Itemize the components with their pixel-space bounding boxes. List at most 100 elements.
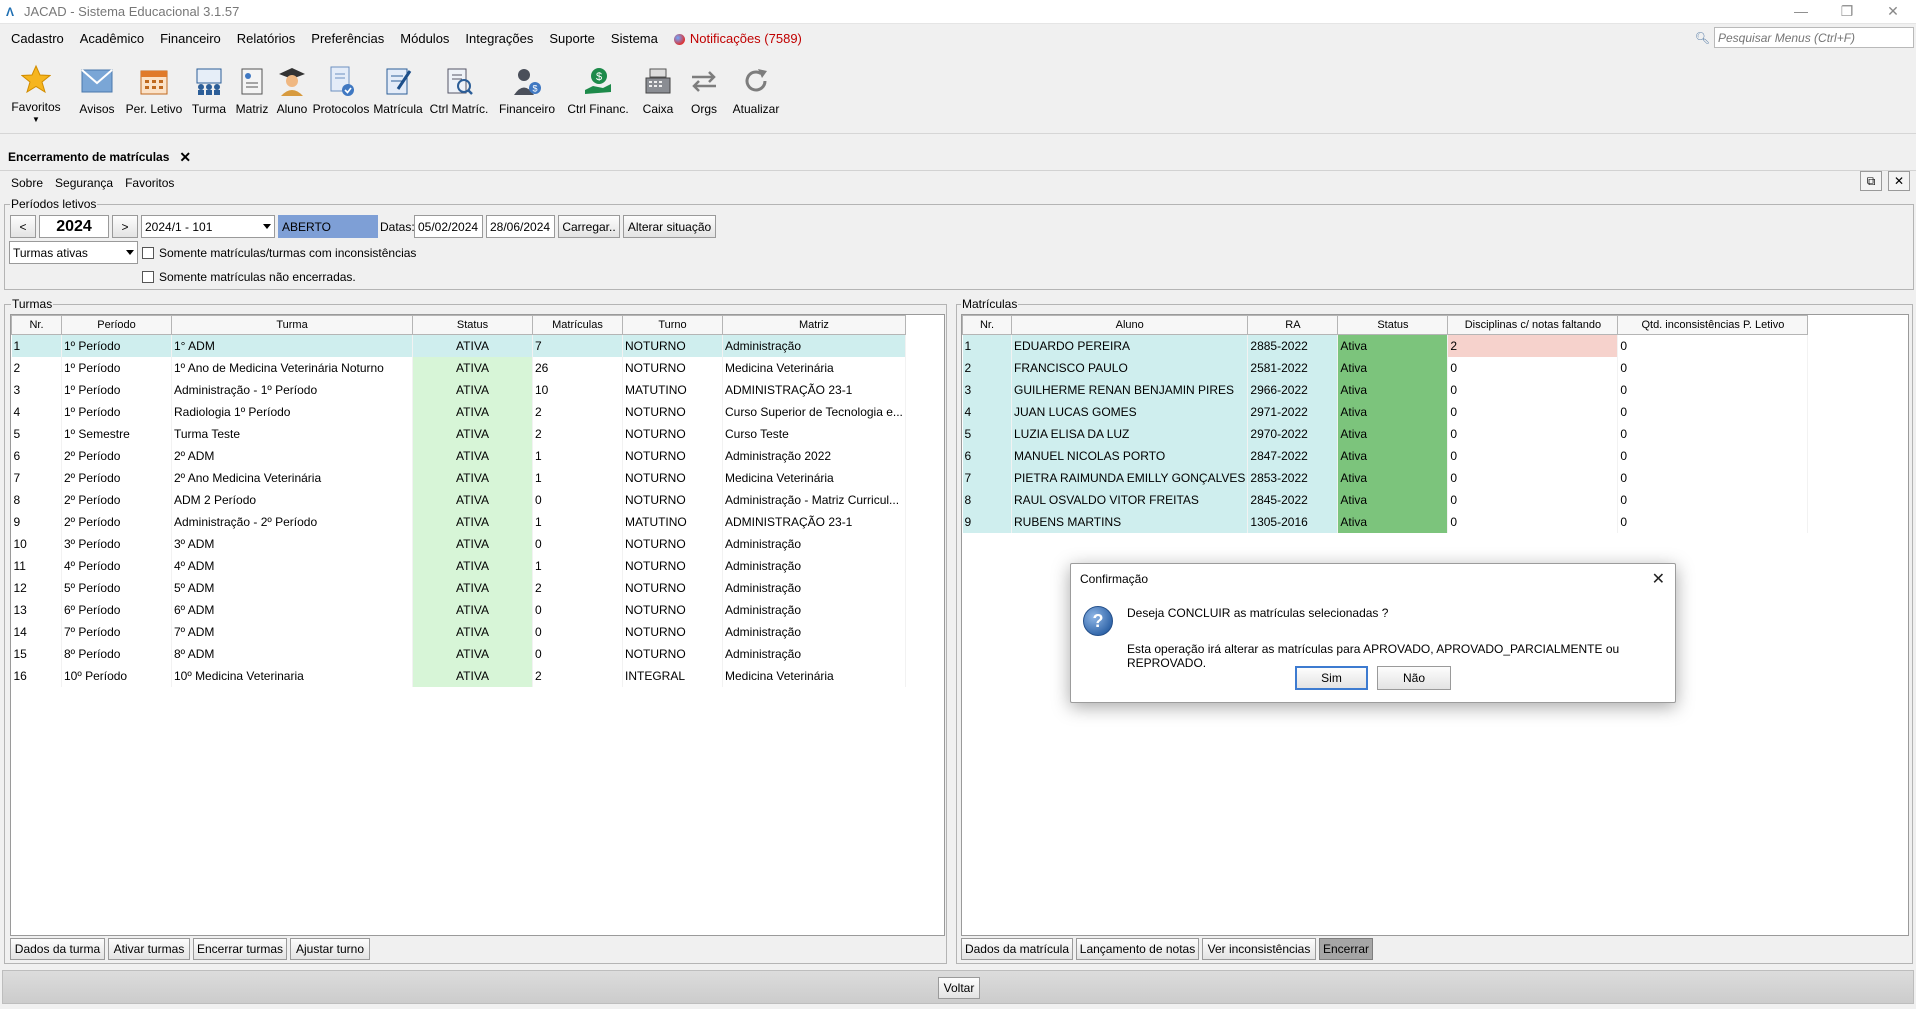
next-year-button[interactable]: > (112, 215, 138, 238)
turma-row[interactable]: 13 6º Período 6º ADM ATIVA 0 NOTURNO Administr… (11, 598, 906, 621)
turma-row[interactable]: 12 5º Período 5º ADM ATIVA 2 NOTURNO Administr… (11, 576, 906, 599)
column-header[interactable]: Nr. (962, 315, 1012, 335)
matricula-row[interactable]: 8 RAUL OSVALDO VITOR FREITAS 2845-2022 Ativ… (962, 488, 1809, 511)
toolbar-matricula-button[interactable]: Matrícula (370, 54, 426, 130)
close-screen-icon[interactable]: ✕ (1888, 171, 1910, 191)
matricula-row[interactable]: 6 MANUEL NICOLAS PORTO 2847-2022 Ativa 0 0 (962, 444, 1809, 467)
column-header[interactable]: Nr. (11, 315, 62, 335)
column-header[interactable]: RA (1247, 315, 1339, 335)
period-select[interactable]: 2024/1 - 101 (141, 215, 275, 238)
column-header[interactable]: Matrículas (532, 315, 623, 335)
detach-window-icon[interactable]: ⧉ (1860, 171, 1882, 191)
close-icon[interactable]: ✕ (1870, 0, 1916, 22)
toolbar-favoritos-button[interactable]: Favoritos ▼ (0, 54, 72, 130)
minimize-icon[interactable]: — (1778, 0, 1824, 22)
column-header[interactable]: Qtd. inconsistências P. Letivo (1617, 315, 1809, 335)
toolbar-avisos-button[interactable]: Avisos (72, 54, 122, 130)
nao-encerradas-checkbox[interactable]: Somente matrículas não encerradas. (142, 270, 356, 284)
turma-row[interactable]: 16 10º Período 10º Medicina Veterinaria ATI… (11, 664, 906, 687)
toolbar-ctrl-matric-button[interactable]: Ctrl Matríc. (426, 54, 492, 130)
close-tab-icon[interactable]: ✕ (179, 149, 191, 166)
submenu-seguranca[interactable]: Segurança (49, 174, 119, 192)
column-header[interactable]: Status (412, 315, 533, 335)
voltar-button[interactable]: Voltar (938, 977, 980, 999)
dialog-no-button[interactable]: Não (1377, 666, 1451, 690)
turma-row[interactable]: 11 4º Período 4º ADM ATIVA 1 NOTURNO Administr… (11, 554, 906, 577)
prev-year-button[interactable]: < (10, 215, 36, 238)
ativar-turmas-button[interactable]: Ativar turmas (108, 938, 190, 960)
tab-encerramento-matriculas[interactable]: Encerramento de matrículas ✕ (8, 146, 191, 168)
table-cell: 1 (962, 334, 1012, 357)
column-header[interactable]: Período (61, 315, 172, 335)
toolbar-per-letivo-button[interactable]: Per. Letivo (122, 54, 186, 130)
matricula-row[interactable]: 1 EDUARDO PEREIRA 2885-2022 Ativa 2 0 (962, 334, 1809, 357)
menu-sistema[interactable]: Sistema (603, 26, 666, 52)
turma-row[interactable]: 14 7º Período 7º ADM ATIVA 0 NOTURNO Administr… (11, 620, 906, 643)
search-input[interactable] (1714, 27, 1914, 48)
toolbar-matriz-button[interactable]: Matriz (232, 54, 272, 130)
matricula-row[interactable]: 9 RUBENS MARTINS 1305-2016 Ativa 0 0 (962, 510, 1809, 533)
data-fim-field[interactable]: 28/06/2024 (486, 215, 555, 238)
menu-suporte[interactable]: Suporte (541, 26, 603, 52)
toolbar-ctrl-financ-button[interactable]: $ Ctrl Financ. (562, 54, 634, 130)
turma-row[interactable]: 9 2º Período Administração - 2º Período ATI… (11, 510, 906, 533)
year-field[interactable]: 2024 (39, 215, 109, 238)
dados-matricula-button[interactable]: Dados da matrícula (961, 938, 1073, 960)
toolbar-caixa-button[interactable]: Caixa (634, 54, 682, 130)
submenu-favoritos[interactable]: Favoritos (119, 174, 180, 192)
toolbar-aluno-button[interactable]: Aluno (272, 54, 312, 130)
toolbar-financeiro-button[interactable]: $ Financeiro (492, 54, 562, 130)
column-header[interactable]: Matriz (722, 315, 906, 335)
menu-academico[interactable]: Acadêmico (72, 26, 152, 52)
matricula-row[interactable]: 5 LUZIA ELISA DA LUZ 2970-2022 Ativa 0 0 (962, 422, 1809, 445)
restore-icon[interactable]: ❐ (1824, 0, 1870, 22)
turma-row[interactable]: 15 8º Período 8º ADM ATIVA 0 NOTURNO Administr… (11, 642, 906, 665)
situacao-field: ABERTO (278, 215, 378, 238)
matricula-row[interactable]: 2 FRANCISCO PAULO 2581-2022 Ativa 0 0 (962, 356, 1809, 379)
menu-notificacoes[interactable]: Notificações (7589) (666, 26, 810, 52)
encerrar-matriculas-button[interactable]: Encerrar (1319, 938, 1373, 960)
turma-row[interactable]: 5 1º Semestre Turma Teste ATIVA 2 NOTURNO Curs… (11, 422, 906, 445)
column-header[interactable]: Disciplinas c/ notas faltando (1447, 315, 1619, 335)
carregar-button[interactable]: Carregar.. (558, 215, 620, 238)
column-header[interactable]: Turma (171, 315, 413, 335)
encerrar-turmas-button[interactable]: Encerrar turmas (193, 938, 287, 960)
turma-row[interactable]: 4 1º Período Radiologia 1º Período ATIVA 2 NO… (11, 400, 906, 423)
submenu-sobre[interactable]: Sobre (0, 174, 49, 192)
column-header[interactable]: Aluno (1010, 315, 1249, 335)
alterar-situacao-button[interactable]: Alterar situação (623, 215, 716, 238)
turma-row[interactable]: 1 1º Período 1° ADM ATIVA 7 NOTURNO Administra… (11, 334, 906, 357)
column-header[interactable]: Status (1337, 315, 1449, 335)
turma-row[interactable]: 2 1º Período 1º Ano de Medicina Veterinári… (11, 356, 906, 379)
menu-cadastro[interactable]: Cadastro (0, 26, 72, 52)
menu-financeiro[interactable]: Financeiro (152, 26, 229, 52)
matricula-row[interactable]: 4 JUAN LUCAS GOMES 2971-2022 Ativa 0 0 (962, 400, 1809, 423)
data-inicio-field[interactable]: 05/02/2024 (414, 215, 483, 238)
inconsistencias-checkbox[interactable]: Somente matrículas/turmas com inconsistê… (142, 246, 416, 260)
turma-row[interactable]: 6 2º Período 2º ADM ATIVA 1 NOTURNO Administra… (11, 444, 906, 467)
turma-row[interactable]: 8 2º Período ADM 2 Período ATIVA 0 NOTURNO Adm… (11, 488, 906, 511)
ajustar-turno-button[interactable]: Ajustar turno (290, 938, 370, 960)
menu-preferencias[interactable]: Preferências (303, 26, 392, 52)
turma-row[interactable]: 7 2º Período 2º Ano Medicina Veterinária AT… (11, 466, 906, 489)
matricula-row[interactable]: 7 PIETRA RAIMUNDA EMILLY GONÇALVES 2853-20… (962, 466, 1809, 489)
dialog-close-icon[interactable]: ✕ (1652, 569, 1665, 589)
turma-row[interactable]: 3 1º Período Administração - 1º Período ATI… (11, 378, 906, 401)
toolbar-orgs-button[interactable]: Orgs (682, 54, 726, 130)
column-header[interactable]: Turno (622, 315, 723, 335)
turma-row[interactable]: 10 3º Período 3º ADM ATIVA 0 NOTURNO Administr… (11, 532, 906, 555)
menu-relatorios[interactable]: Relatórios (229, 26, 304, 52)
menu-modulos[interactable]: Módulos (392, 26, 457, 52)
matricula-row[interactable]: 3 GUILHERME RENAN BENJAMIN PIRES 2966-2022… (962, 378, 1809, 401)
dialog-yes-button[interactable]: Sim (1295, 666, 1368, 690)
toolbar-turma-button[interactable]: Turma (186, 54, 232, 130)
ver-inconsistencias-button[interactable]: Ver inconsistências (1202, 938, 1316, 960)
toolbar-protocolos-button[interactable]: Protocolos (312, 54, 370, 130)
lancamento-notas-button[interactable]: Lançamento de notas (1076, 938, 1199, 960)
dados-turma-button[interactable]: Dados da turma (10, 938, 105, 960)
table-cell: 8º ADM (171, 642, 413, 665)
turmas-filter-select[interactable]: Turmas ativas (9, 241, 138, 264)
toolbar-atualizar-button[interactable]: Atualizar (726, 54, 786, 130)
menu-integracoes[interactable]: Integrações (457, 26, 541, 52)
title-bar: Λ JACAD - Sistema Educacional 3.1.57 — ❐… (0, 0, 1916, 24)
